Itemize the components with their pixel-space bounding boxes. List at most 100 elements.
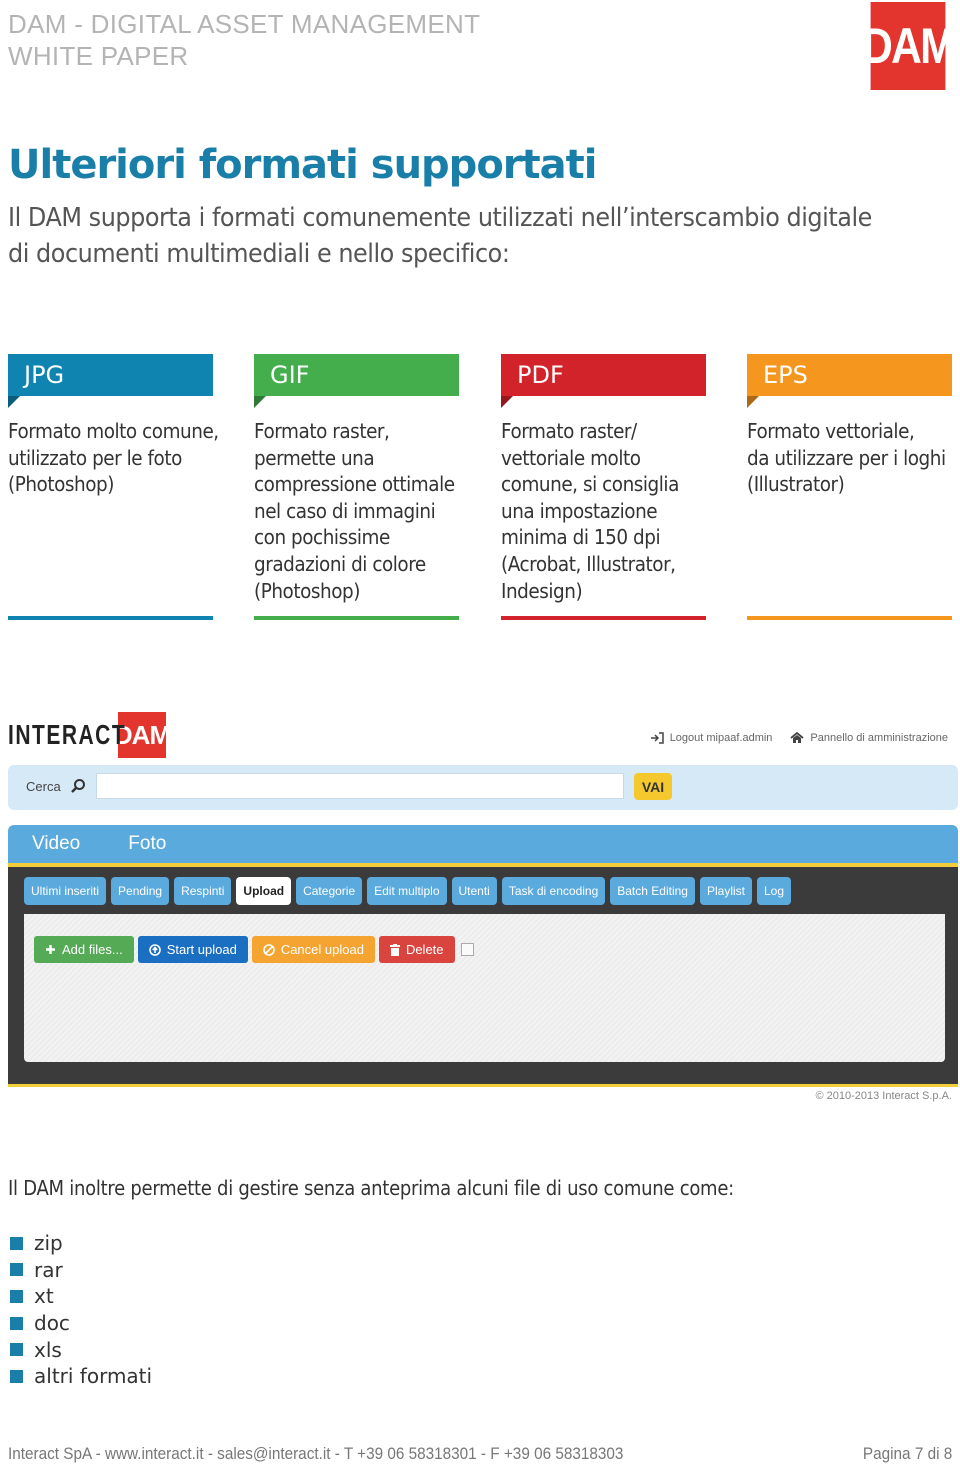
description-line: una impostazione <box>501 498 658 523</box>
logout-link[interactable]: Logout mipaaf.admin <box>650 732 773 744</box>
subtab-edit-multiplo[interactable]: Edit multiplo <box>367 877 447 905</box>
list-item: xt <box>10 1283 152 1310</box>
format-label: PDF <box>501 354 706 396</box>
top-links: Logout mipaaf.admin Pannello di amminist… <box>650 732 948 744</box>
list-item: zip <box>10 1230 152 1257</box>
format-card-jpg: JPG Formato molto comune, utilizzato per l… <box>8 354 219 620</box>
subtab-batch-editing[interactable]: Batch Editing <box>610 877 695 905</box>
format-card-pdf: PDF Formato raster/vettoriale molto comune… <box>501 354 706 620</box>
sub-tabs: Ultimi inseriti Pending Respinti Upload Cate… <box>24 877 792 905</box>
ribbon-tail <box>747 396 759 408</box>
format-label: GIF <box>254 354 459 396</box>
ribbon-tail <box>254 396 266 408</box>
format-underline <box>501 616 706 620</box>
list-item: rar <box>10 1257 152 1284</box>
list-item-label: xt <box>34 1284 54 1309</box>
description-line: (Photoshop) <box>254 578 360 603</box>
footer-contact: Interact SpA - www.interact.it - sales@i… <box>8 1444 624 1463</box>
format-card-eps: EPS Formato vettoriale, da utilizzare per … <box>747 354 952 620</box>
intro-line: di documenti multimediali e nello specif… <box>8 239 510 269</box>
cancel-upload-button[interactable]: Cancel upload <box>251 936 375 963</box>
ban-icon <box>263 943 275 956</box>
delete-button[interactable]: Delete <box>378 936 455 963</box>
search-input[interactable] <box>96 773 624 799</box>
footer-accent-divider <box>8 1084 958 1087</box>
subtab-utenti[interactable]: Utenti <box>451 877 497 905</box>
admin-panel-link[interactable]: Pannello di amministrazione <box>790 732 948 744</box>
add-files-button[interactable]: Add files... <box>34 936 134 963</box>
subtab-log[interactable]: Log <box>756 877 792 905</box>
interact-dam-logo: INTERACT DAM <box>8 712 171 758</box>
main-tabs: Video Foto <box>8 825 958 863</box>
format-card-gif: GIF Formato raster, permette una compressio… <box>254 354 459 620</box>
logout-icon <box>650 732 664 744</box>
upload-circle-icon <box>148 943 161 956</box>
description-line: gradazioni di colore <box>254 551 426 576</box>
subtab-pending[interactable]: Pending <box>111 877 170 905</box>
format-description: Formato raster, permette una compressione … <box>254 418 459 604</box>
description-line: vettoriale molto <box>501 445 641 470</box>
subtab-respinti[interactable]: Respinti <box>174 877 232 905</box>
subtab-ultimi-inseriti[interactable]: Ultimi inseriti <box>24 877 107 905</box>
search-icon <box>71 779 85 793</box>
admin-panel-label: Pannello di amministrazione <box>810 732 948 744</box>
page-footer: Interact SpA - www.interact.it - sales@i… <box>8 1444 952 1464</box>
description-line: (Illustrator) <box>747 472 845 497</box>
trash-icon <box>389 943 400 956</box>
header-title-line-2: WHITE PAPER <box>8 41 189 71</box>
logo-text: INTERACT <box>8 719 127 750</box>
subtab-playlist[interactable]: Playlist <box>699 877 752 905</box>
format-description: Formato raster/vettoriale molto comune, s… <box>501 418 706 604</box>
description-line: Indesign) <box>501 578 583 603</box>
start-upload-button[interactable]: Start upload <box>137 936 248 963</box>
plus-icon <box>46 945 55 954</box>
subtab-upload[interactable]: Upload <box>236 877 292 905</box>
format-description: Formato molto comune, utilizzato per le f… <box>8 418 219 498</box>
format-label: EPS <box>747 354 952 396</box>
logout-label: Logout mipaaf.admin <box>669 732 773 744</box>
subtab-categorie[interactable]: Categorie <box>296 877 363 905</box>
list-item-label: altri formati <box>34 1364 153 1389</box>
select-all-checkbox[interactable] <box>460 943 474 956</box>
description-line: Formato vettoriale, <box>747 419 915 443</box>
tab-video[interactable]: Video <box>32 833 80 855</box>
format-underline <box>747 616 952 620</box>
subtab-task-di-encoding[interactable]: Task di encoding <box>501 877 606 905</box>
description-line: Formato raster, <box>254 419 390 443</box>
list-item: doc <box>10 1310 152 1337</box>
format-description: Formato vettoriale, da utilizzare per i l… <box>747 418 952 498</box>
bullet-square-icon <box>10 1263 23 1277</box>
document-header-title: DAM - DIGITAL ASSET MANAGEMENT WHITE PAP… <box>8 8 480 72</box>
description-line: utilizzato per le foto <box>8 445 182 470</box>
tab-foto[interactable]: Foto <box>128 833 166 855</box>
cancel-upload-label: Cancel upload <box>280 942 364 957</box>
format-label: JPG <box>8 354 213 396</box>
search-label: Cerca <box>26 779 61 794</box>
dam-logo: DAM <box>862 2 956 90</box>
bullet-square-icon <box>10 1316 23 1330</box>
description-line: (Photoshop) <box>8 472 114 497</box>
format-underline <box>254 616 459 620</box>
description-line: compressione ottimale <box>254 472 455 497</box>
list-item-label: rar <box>34 1257 63 1282</box>
bullet-square-icon <box>10 1236 23 1250</box>
bullet-square-icon <box>10 1369 23 1383</box>
section-title: Ulteriori formati supportati <box>8 142 597 188</box>
intro-line: Il DAM supporta i formati comunemente ut… <box>8 203 872 233</box>
description-line: nel caso di immagini <box>254 498 436 523</box>
content-area: Ultimi inseriti Pending Respinti Upload Cate… <box>8 867 958 1085</box>
other-files-intro: Il DAM inoltre permette di gestire senza… <box>8 1176 734 1200</box>
app-panel: Video Foto Ultimi inseriti Pending Respint… <box>8 825 958 1085</box>
description-line: minima di 150 dpi <box>501 525 661 550</box>
format-underline <box>8 616 213 620</box>
description-line: permette una <box>254 445 375 470</box>
interact-dam-screenshot: INTERACT DAM Logout mipaaf.admin Pannell… <box>6 700 960 1110</box>
upload-panel: Add files... Start upload Cancel upload … <box>24 914 945 1062</box>
description-line: Formato raster/ <box>501 419 637 443</box>
ribbon-tail <box>8 396 20 408</box>
other-files-list: zip rar xt doc xls altri formati <box>10 1230 152 1390</box>
search-go-button[interactable]: VAI <box>634 773 672 800</box>
bullet-square-icon <box>10 1289 23 1303</box>
description-line: comune, si consiglia <box>501 472 679 497</box>
add-files-label: Add files... <box>62 942 123 957</box>
